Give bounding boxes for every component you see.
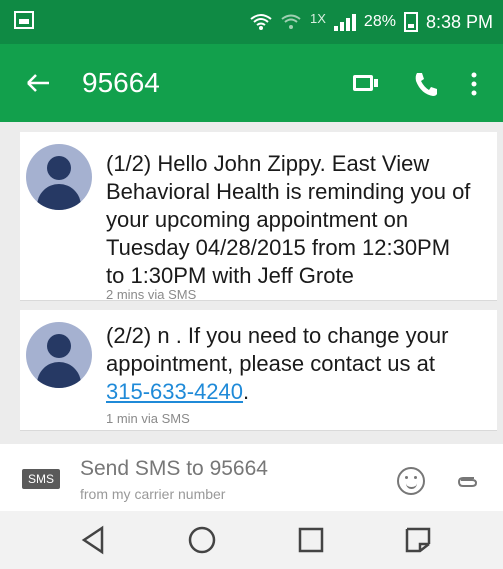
gallery-notification-icon	[14, 11, 34, 29]
contact-avatar-icon	[26, 144, 92, 210]
conversation-title: 95664	[82, 67, 160, 98]
contact-avatar-icon	[26, 322, 92, 388]
triangle-back-icon	[81, 525, 104, 555]
nav-recents-button[interactable]	[291, 523, 331, 557]
paperclip-icon	[457, 477, 478, 487]
more-options-button[interactable]	[464, 65, 484, 103]
battery-icon	[403, 12, 418, 32]
notification-panel-icon	[405, 527, 431, 553]
nav-back-button[interactable]	[74, 523, 114, 557]
attachment-button[interactable]	[457, 472, 479, 488]
status-bar: 1X 28% 8:38 PM	[0, 0, 503, 44]
message-meta: 2 mins via SMS	[106, 287, 197, 302]
more-vert-icon	[471, 72, 477, 96]
phone-call-button[interactable]	[408, 64, 444, 102]
phone-icon	[415, 73, 437, 96]
emoji-icon[interactable]	[397, 467, 425, 495]
message-list[interactable]: (1/2) Hello John Zippy. East View Behavi…	[0, 122, 503, 444]
circle-home-icon	[188, 526, 216, 554]
message-text: (2/2) n . If you need to change your app…	[106, 323, 449, 404]
message-input[interactable]: Send SMS to 95664	[80, 457, 268, 481]
arrow-left-icon	[27, 74, 49, 92]
nav-home-button[interactable]	[182, 523, 222, 557]
nav-notifications-button[interactable]	[398, 523, 438, 557]
message-text: (1/2) Hello John Zippy. East View Behavi…	[106, 151, 471, 288]
back-button[interactable]	[18, 63, 58, 103]
signal-icon	[333, 13, 356, 31]
message-bubble[interactable]: (2/2) n . If you need to change your app…	[20, 310, 497, 430]
phone-link[interactable]: 315-633-4240	[106, 379, 243, 404]
sms-badge[interactable]: SMS	[22, 469, 60, 489]
wifi-icon	[250, 13, 272, 31]
battery-percent: 28%	[363, 13, 396, 30]
message-meta: 1 min via SMS	[106, 411, 190, 426]
status-right: 1X 28% 8:38 PM	[250, 10, 493, 34]
video-call-button[interactable]	[346, 66, 386, 100]
composer: SMS Send SMS to 95664 from my carrier nu…	[0, 444, 503, 511]
network-type-label: 1X	[310, 10, 326, 26]
square-recents-icon	[298, 527, 324, 553]
carrier-note: from my carrier number	[80, 486, 226, 502]
wifi-secondary-icon	[280, 13, 302, 31]
clock: 8:38 PM	[425, 11, 493, 32]
toolbar: 95664	[0, 44, 503, 122]
navigation-bar	[0, 511, 503, 569]
video-camera-icon	[353, 75, 378, 91]
message-bubble[interactable]: (1/2) Hello John Zippy. East View Behavi…	[20, 132, 497, 302]
